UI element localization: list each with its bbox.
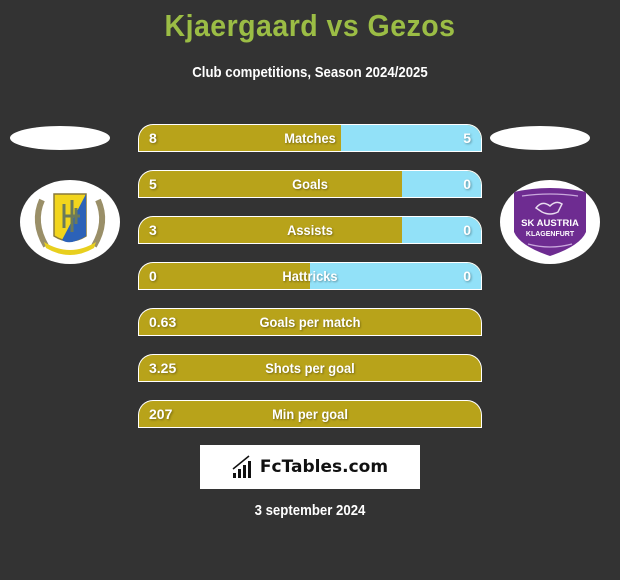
stat-row-goals-per-match: 0.63 Goals per match bbox=[139, 309, 481, 335]
right-player-oval bbox=[490, 126, 590, 150]
match-date: 3 september 2024 bbox=[254, 502, 366, 519]
stat-row-min-per-goal: 207 Min per goal bbox=[139, 401, 481, 427]
stat-label: Min per goal bbox=[272, 406, 348, 422]
stat-label: Assists bbox=[287, 222, 333, 238]
stat-row-hattricks: 0 Hattricks 0 bbox=[139, 263, 481, 289]
left-club-logo bbox=[20, 180, 120, 264]
right-value: 0 bbox=[463, 222, 471, 238]
stat-label: Goals per match bbox=[259, 314, 361, 330]
svg-text:KLAGENFURT: KLAGENFURT bbox=[526, 231, 575, 238]
competition-subtitle: Club competitions, Season 2024/2025 bbox=[192, 64, 428, 81]
stat-row-goals: 5 Goals 0 bbox=[139, 171, 481, 197]
stat-row-assists: 3 Assists 0 bbox=[139, 217, 481, 243]
stat-label: Shots per goal bbox=[265, 360, 355, 376]
laurel-left-icon bbox=[34, 198, 49, 248]
ribbon-icon bbox=[44, 242, 96, 255]
stat-row-shots-per-goal: 3.25 Shots per goal bbox=[139, 355, 481, 381]
crest-icon bbox=[34, 193, 106, 255]
sk-austria-klagenfurt-icon: SK AUSTRIA KLAGENFURT bbox=[514, 188, 586, 256]
right-club-logo: SK AUSTRIA KLAGENFURT bbox=[500, 180, 600, 264]
svg-text:SK AUSTRIA: SK AUSTRIA bbox=[521, 218, 579, 229]
laurel-right-icon bbox=[91, 198, 106, 248]
right-value: 5 bbox=[463, 130, 471, 146]
stat-row-matches: 8 Matches 5 bbox=[139, 125, 481, 151]
brand-text: FcTables.com bbox=[259, 457, 389, 477]
fctables-brand-link[interactable]: FcTables.com bbox=[200, 445, 420, 489]
stats-table: 8 Matches 5 5 Goals 0 3 Assists 0 0 Hatt… bbox=[139, 125, 481, 447]
stat-label: Matches bbox=[284, 130, 336, 146]
bar-chart-icon bbox=[232, 455, 251, 478]
right-value: 0 bbox=[463, 176, 471, 192]
right-value: 0 bbox=[463, 268, 471, 284]
stat-label: Hattricks bbox=[282, 268, 338, 284]
stat-label: Goals bbox=[292, 176, 328, 192]
left-player-oval bbox=[10, 126, 110, 150]
page-title: Kjaergaard vs Gezos bbox=[164, 8, 456, 43]
